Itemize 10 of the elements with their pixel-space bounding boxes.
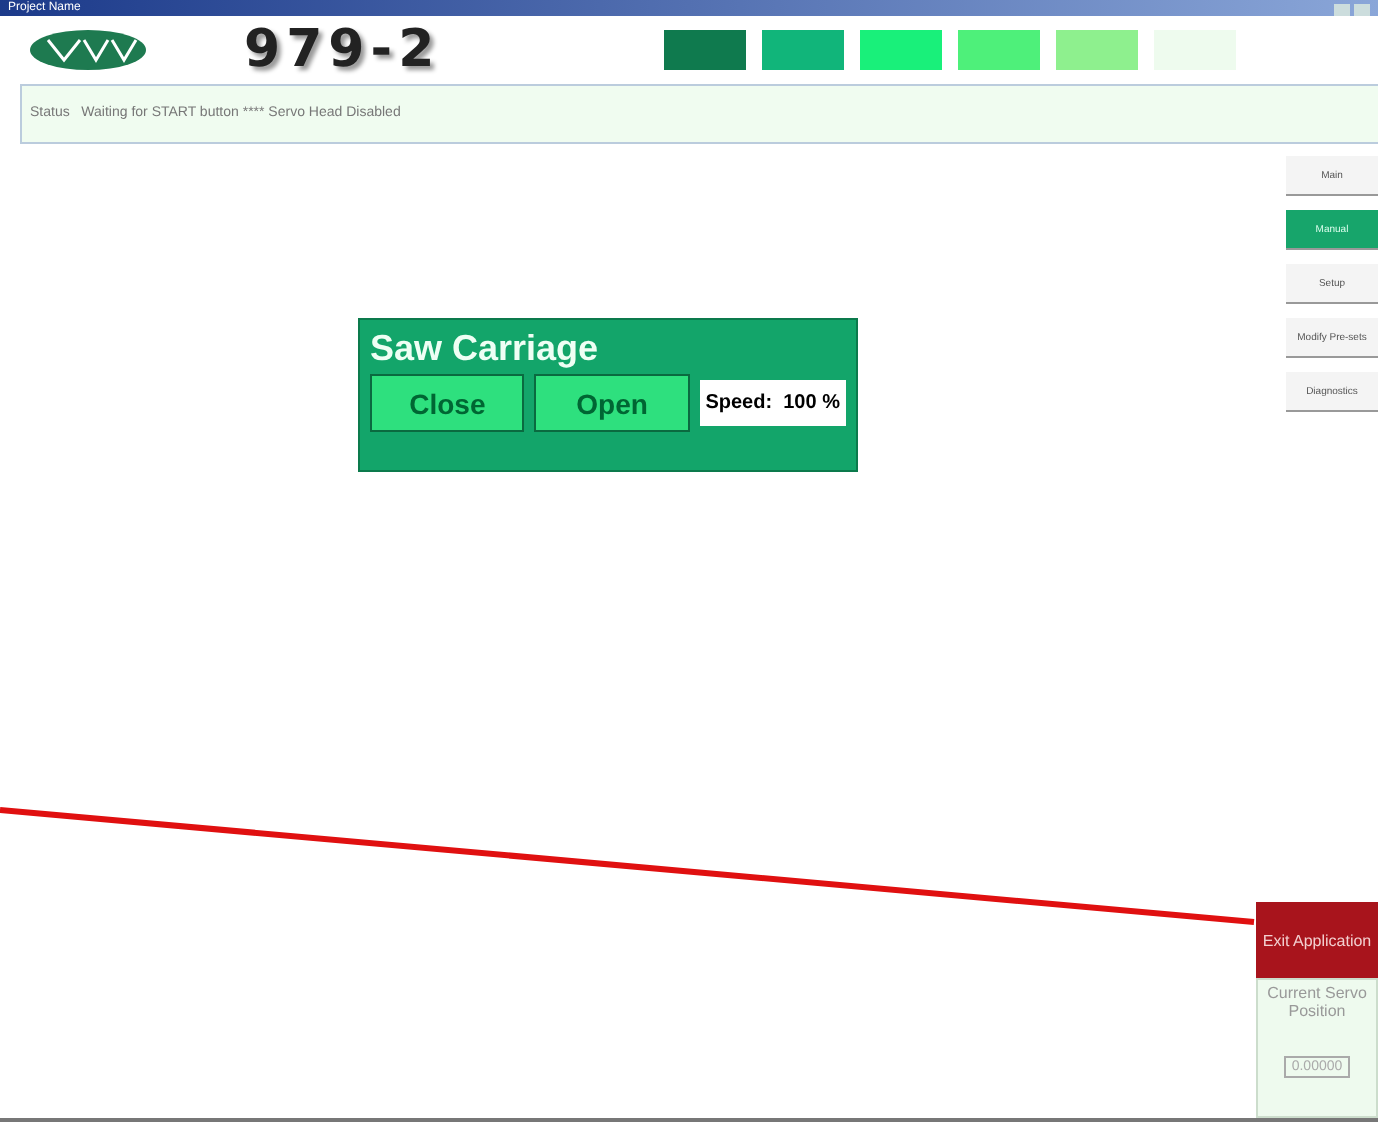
close-icon[interactable] xyxy=(1354,4,1370,16)
logo-icon xyxy=(28,28,148,72)
panel-title: Saw Carriage xyxy=(370,328,601,370)
machine-number: 979-2 xyxy=(244,20,443,80)
action-button[interactable]: Close xyxy=(370,374,525,432)
exit-button[interactable]: Exit Application xyxy=(1256,902,1378,978)
speed-readout: Speed: 100 % xyxy=(699,380,846,426)
action-button[interactable]: Open xyxy=(534,374,690,432)
servo-label: Current Servo Position xyxy=(1265,984,1369,1020)
minimize-icon[interactable] xyxy=(1334,4,1350,16)
